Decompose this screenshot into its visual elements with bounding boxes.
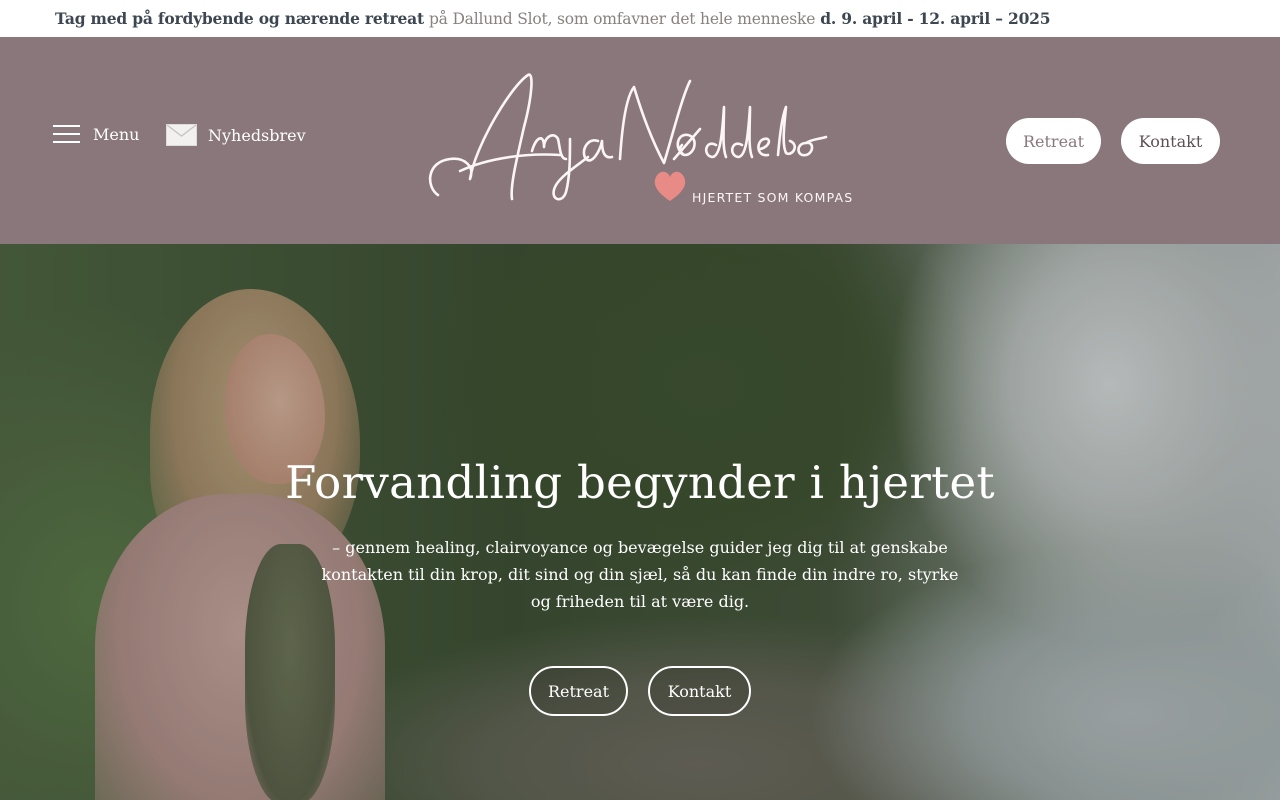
hero-title: Forvandling begynder i hjertet xyxy=(285,456,995,509)
site-header: Menu Nyhedsbrev HJERTET SOM KOMPAS Retre… xyxy=(0,37,1280,244)
header-kontakt-button[interactable]: Kontakt xyxy=(1121,118,1220,164)
hamburger-icon xyxy=(53,124,80,144)
announcement-dates: d. 9. april - 12. april – 2025 xyxy=(820,9,1051,28)
announcement-bar[interactable]: Tag med på fordybende og nærende retreat… xyxy=(0,0,1280,37)
announcement-text: på Dallund Slot, som omfavner det hele m… xyxy=(428,9,816,28)
envelope-icon xyxy=(166,124,197,146)
hero-retreat-button[interactable]: Retreat xyxy=(529,666,628,716)
site-logo[interactable]: HJERTET SOM KOMPAS xyxy=(420,67,870,207)
header-retreat-button[interactable]: Retreat xyxy=(1006,118,1101,164)
hero-overlay xyxy=(0,244,1280,800)
newsletter-button[interactable]: Nyhedsbrev xyxy=(166,124,306,146)
hero-section: Forvandling begynder i hjertet – gennem … xyxy=(0,244,1280,800)
announcement-lead: Tag med på fordybende og nærende retreat xyxy=(55,9,424,28)
hero-kontakt-button[interactable]: Kontakt xyxy=(648,666,751,716)
hero-text: – gennem healing, clairvoyance og bevæge… xyxy=(321,538,959,611)
menu-label: Menu xyxy=(93,124,140,144)
logo-tagline: HJERTET SOM KOMPAS xyxy=(692,190,853,205)
heart-icon xyxy=(654,171,686,201)
newsletter-label: Nyhedsbrev xyxy=(208,125,306,145)
menu-button[interactable]: Menu xyxy=(53,124,139,144)
